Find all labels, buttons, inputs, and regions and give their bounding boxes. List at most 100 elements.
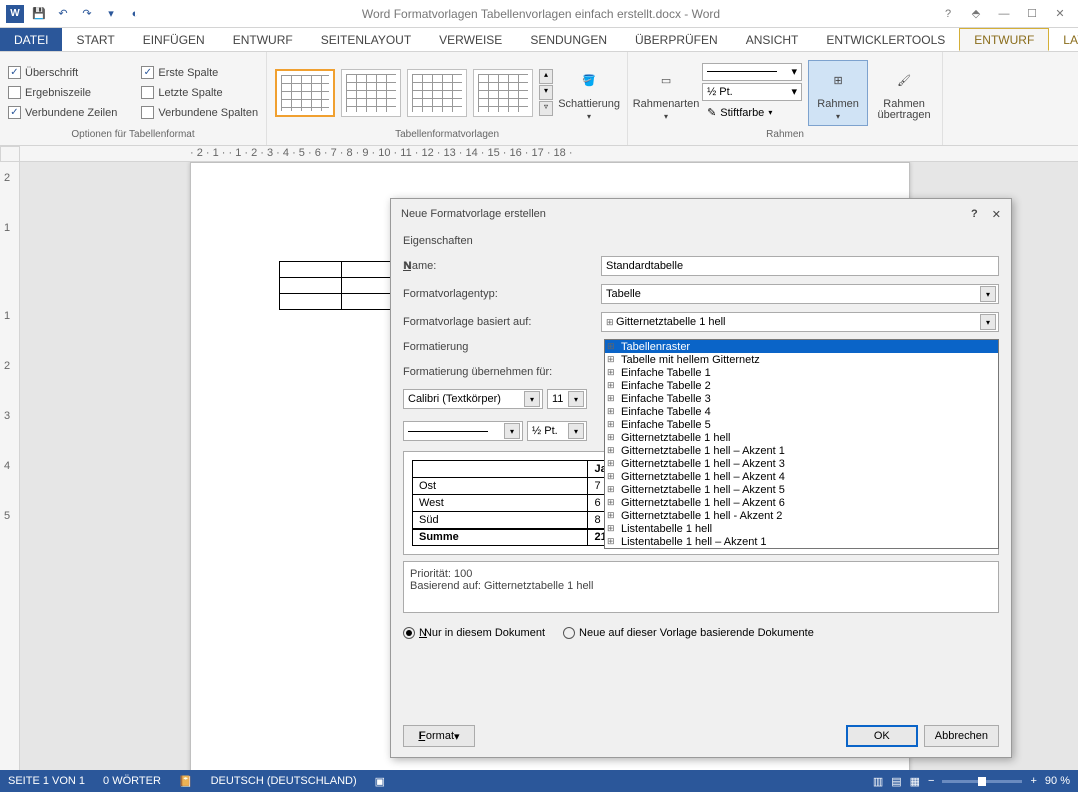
shading-button[interactable]: 🪣 Schattierung▾: [559, 60, 619, 126]
combo-font-size[interactable]: 11▾: [547, 389, 587, 409]
titlebar: W 💾 ↶ ↷ ▾ ◐ Word Formatvorlagen Tabellen…: [0, 0, 1078, 28]
dropdown-item[interactable]: Einfache Tabelle 2: [605, 379, 998, 392]
ribbon-tabs: DATEI START EINFÜGEN ENTWURF SEITENLAYOU…: [0, 28, 1078, 52]
dropdown-item[interactable]: Einfache Tabelle 1: [605, 366, 998, 379]
status-macro-icon[interactable]: ▣: [375, 775, 385, 788]
styles-scroll-down-icon[interactable]: ▾: [539, 85, 553, 100]
chk-first-col[interactable]: ✓Erste Spalte: [141, 63, 258, 83]
cancel-button[interactable]: Abbrechen: [924, 725, 999, 747]
table-style-thumb[interactable]: [341, 69, 401, 117]
table-style-thumb[interactable]: [275, 69, 335, 117]
redo-icon[interactable]: ↷: [76, 3, 98, 25]
table-style-thumb[interactable]: [473, 69, 533, 117]
dropdown-item[interactable]: Gitternetztabelle 1 hell: [605, 431, 998, 444]
dropdown-item[interactable]: Gitternetztabelle 1 hell – Akzent 1: [605, 444, 998, 457]
label-type: Formatvorlagentyp:: [403, 288, 593, 300]
dropdown-item[interactable]: Einfache Tabelle 3: [605, 392, 998, 405]
dropdown-item[interactable]: Gitternetztabelle 1 hell – Akzent 3: [605, 457, 998, 470]
input-style-name[interactable]: [601, 256, 999, 276]
status-proofing-icon[interactable]: 📔: [179, 775, 193, 788]
chk-total-row[interactable]: Ergebniszeile: [8, 83, 117, 103]
tab-references[interactable]: VERWEISE: [425, 28, 516, 51]
group-table-options: ✓Überschrift Ergebniszeile ✓Verbundene Z…: [0, 52, 267, 145]
dropdown-item[interactable]: Einfache Tabelle 4: [605, 405, 998, 418]
dropdown-item[interactable]: Listentabelle 1 hell – Akzent 1: [605, 535, 998, 548]
tab-start[interactable]: START: [62, 28, 128, 51]
border-width[interactable]: ½ Pt.▾: [702, 83, 802, 101]
qat-more-icon[interactable]: ▾: [100, 3, 122, 25]
combo-border-width[interactable]: ½ Pt.▾: [527, 421, 587, 441]
view-read-icon[interactable]: ▥: [873, 775, 883, 788]
zoom-slider[interactable]: [942, 780, 1022, 783]
tab-review[interactable]: ÜBERPRÜFEN: [621, 28, 732, 51]
close-icon[interactable]: ✕: [1048, 4, 1072, 24]
help-icon[interactable]: ?: [936, 4, 960, 24]
zoom-out-icon[interactable]: −: [928, 775, 934, 787]
dropdown-item[interactable]: Gitternetztabelle 1 hell – Akzent 4: [605, 470, 998, 483]
tab-design[interactable]: ENTWURF: [219, 28, 307, 51]
combo-border-style[interactable]: ▾: [403, 421, 523, 441]
save-icon[interactable]: 💾: [28, 3, 50, 25]
tab-view[interactable]: ANSICHT: [732, 28, 813, 51]
border-painter-button[interactable]: 🖌 Rahmen übertragen: [874, 60, 934, 126]
maximize-icon[interactable]: ☐: [1020, 4, 1044, 24]
status-page[interactable]: SEITE 1 VON 1: [8, 775, 85, 787]
tab-insert[interactable]: EINFÜGEN: [129, 28, 219, 51]
combo-based-on[interactable]: ⊞ Gitternetztabelle 1 hell ▾: [601, 312, 999, 332]
chk-last-col[interactable]: Letzte Spalte: [141, 83, 258, 103]
dialog-close-icon[interactable]: ✕: [992, 208, 1001, 221]
tab-file[interactable]: DATEI: [0, 28, 62, 51]
chk-banded-rows[interactable]: ✓Verbundene Zeilen: [8, 103, 117, 123]
ribbon-body: ✓Überschrift Ergebniszeile ✓Verbundene Z…: [0, 52, 1078, 146]
radio-new-docs[interactable]: Neue auf dieser Vorlage basierende Dokum…: [563, 627, 814, 639]
styles-scroll-up-icon[interactable]: ▴: [539, 69, 553, 84]
dialog-body: Eigenschaften NName: Formatvorlagentyp: …: [391, 229, 1011, 757]
radio-this-document[interactable]: NNur in diesem Dokument: [403, 627, 545, 639]
combo-font-name[interactable]: Calibri (Textkörper)▾: [403, 389, 543, 409]
undo-icon[interactable]: ↶: [52, 3, 74, 25]
ok-button[interactable]: OK: [846, 725, 918, 747]
borders-icon: ⊞: [822, 64, 854, 96]
label-based-on: Formatvorlage basiert auf:: [403, 316, 593, 328]
tab-pagelayout[interactable]: SEITENLAYOUT: [307, 28, 425, 51]
section-properties: Eigenschaften: [403, 233, 999, 249]
group-label-options: Optionen für Tabellenformat: [8, 129, 258, 143]
view-web-icon[interactable]: ▦: [910, 775, 920, 788]
combo-style-type[interactable]: Tabelle ▾: [601, 284, 999, 304]
ruler-vertical[interactable]: 2112345: [0, 162, 20, 770]
status-language[interactable]: DEUTSCH (DEUTSCHLAND): [211, 775, 357, 787]
view-print-icon[interactable]: ▤: [891, 775, 901, 788]
status-words[interactable]: 0 WÖRTER: [103, 775, 161, 787]
pen-color-button[interactable]: ✎Stiftfarbe▾: [702, 103, 802, 123]
chk-header-row[interactable]: ✓Überschrift: [8, 63, 117, 83]
quick-access-toolbar: W 💾 ↶ ↷ ▾ ◐: [0, 3, 146, 25]
table-style-thumb[interactable]: [407, 69, 467, 117]
border-styles-button[interactable]: ▭ Rahmenarten▾: [636, 60, 696, 126]
format-menu-button[interactable]: FFormat ▾: [403, 725, 475, 747]
dropdown-item[interactable]: Gitternetztabelle 1 hell – Akzent 6: [605, 496, 998, 509]
dropdown-item[interactable]: Listentabelle 1 hell: [605, 522, 998, 535]
borders-button[interactable]: ⊞ Rahmen▾: [808, 60, 868, 126]
ribbon-options-icon[interactable]: ⬘: [964, 4, 988, 24]
tab-table-design[interactable]: ENTWURF: [959, 28, 1049, 51]
group-label-borders: Rahmen: [636, 129, 934, 143]
dialog-new-style: Neue Formatvorlage erstellen ? ✕ Eigensc…: [390, 198, 1012, 758]
tab-table-layout[interactable]: LAYOUT: [1049, 28, 1078, 51]
styles-more-icon[interactable]: ▿: [539, 101, 553, 116]
tab-developer[interactable]: ENTWICKLERTOOLS: [812, 28, 959, 51]
dropdown-item[interactable]: Einfache Tabelle 5: [605, 418, 998, 431]
ruler-horizontal[interactable]: · 2 · 1 · · 1 · 2 · 3 · 4 · 5 · 6 · 7 · …: [20, 146, 1078, 162]
tab-mailings[interactable]: SENDUNGEN: [516, 28, 621, 51]
minimize-icon[interactable]: —: [992, 4, 1016, 24]
dropdown-based-on-list[interactable]: Tabellenraster Tabelle mit hellem Gitter…: [604, 339, 999, 549]
dropdown-item[interactable]: Tabellenraster: [605, 340, 998, 353]
dropdown-item[interactable]: Tabelle mit hellem Gitternetz: [605, 353, 998, 366]
zoom-in-icon[interactable]: +: [1030, 775, 1036, 787]
chk-banded-cols[interactable]: Verbundene Spalten: [141, 103, 258, 123]
dropdown-item[interactable]: Gitternetztabelle 1 hell – Akzent 5: [605, 483, 998, 496]
touch-mode-icon[interactable]: ◐: [124, 3, 146, 25]
border-line-style[interactable]: ▾: [702, 63, 802, 81]
dropdown-item[interactable]: Gitternetztabelle 1 hell - Akzent 2: [605, 509, 998, 522]
zoom-level[interactable]: 90 %: [1045, 775, 1070, 787]
dialog-help-icon[interactable]: ?: [971, 208, 978, 220]
